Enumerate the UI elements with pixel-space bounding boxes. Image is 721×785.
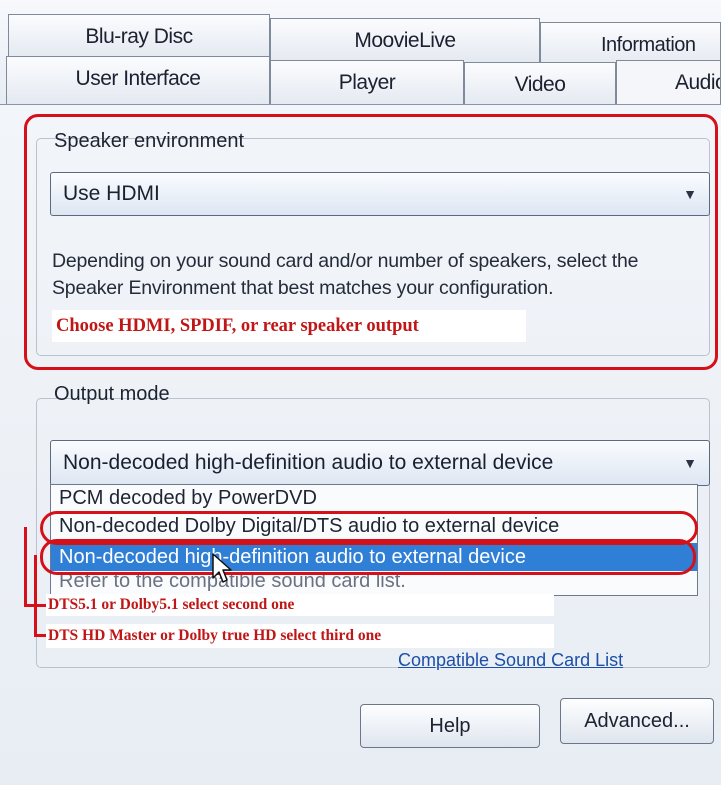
speaker-highlight-frame xyxy=(24,114,718,370)
mouse-pointer-icon xyxy=(212,553,232,583)
compatible-sound-card-list-link[interactable]: Compatible Sound Card List xyxy=(398,650,623,671)
annotation-third-option: DTS HD Master or Dolby true HD select th… xyxy=(46,624,554,648)
tab-label: MoovieLive xyxy=(354,29,456,52)
tab-audio[interactable]: Audio xyxy=(616,60,721,106)
tab-moovielive[interactable]: MoovieLive xyxy=(270,18,540,62)
output-mode-value: Non-decoded high-definition audio to ext… xyxy=(63,451,554,474)
annotation-second-text: DTS5.1 or Dolby5.1 select second one xyxy=(48,596,295,613)
chevron-down-icon: ▼ xyxy=(683,455,697,471)
advanced-button-label: Advanced... xyxy=(584,710,690,732)
output-mode-title: Output mode xyxy=(54,383,170,405)
output-mode-select[interactable]: Non-decoded high-definition audio to ext… xyxy=(50,440,710,486)
dropdown-option-label: PCM decoded by PowerDVD xyxy=(59,487,317,509)
tab-strip: Blu-ray Disc MoovieLive Information User… xyxy=(0,0,721,106)
advanced-button[interactable]: Advanced... xyxy=(560,698,714,744)
tab-label: User Interface xyxy=(75,67,201,90)
option-three-highlight xyxy=(40,539,696,575)
tab-label: Information xyxy=(601,34,696,56)
tab-player[interactable]: Player xyxy=(270,60,464,106)
dropdown-option-pcm[interactable]: PCM decoded by PowerDVD xyxy=(59,487,317,510)
tab-label: Video xyxy=(514,73,566,96)
tab-label: Player xyxy=(338,71,396,94)
tab-label: Blu-ray Disc xyxy=(85,25,193,48)
annotation-bracket-third xyxy=(34,555,46,637)
help-button[interactable]: Help xyxy=(360,704,540,748)
tab-label: Audio xyxy=(675,71,720,94)
annotation-second-option: DTS5.1 or Dolby5.1 select second one xyxy=(46,594,554,616)
annotation-third-text: DTS HD Master or Dolby true HD select th… xyxy=(48,627,382,644)
tab-user-interface[interactable]: User Interface xyxy=(6,56,270,104)
tab-blu-ray-disc[interactable]: Blu-ray Disc xyxy=(8,14,270,58)
help-button-label: Help xyxy=(429,715,471,737)
compatible-link-label: Compatible Sound Card List xyxy=(398,650,624,670)
tab-video[interactable]: Video xyxy=(464,62,616,106)
